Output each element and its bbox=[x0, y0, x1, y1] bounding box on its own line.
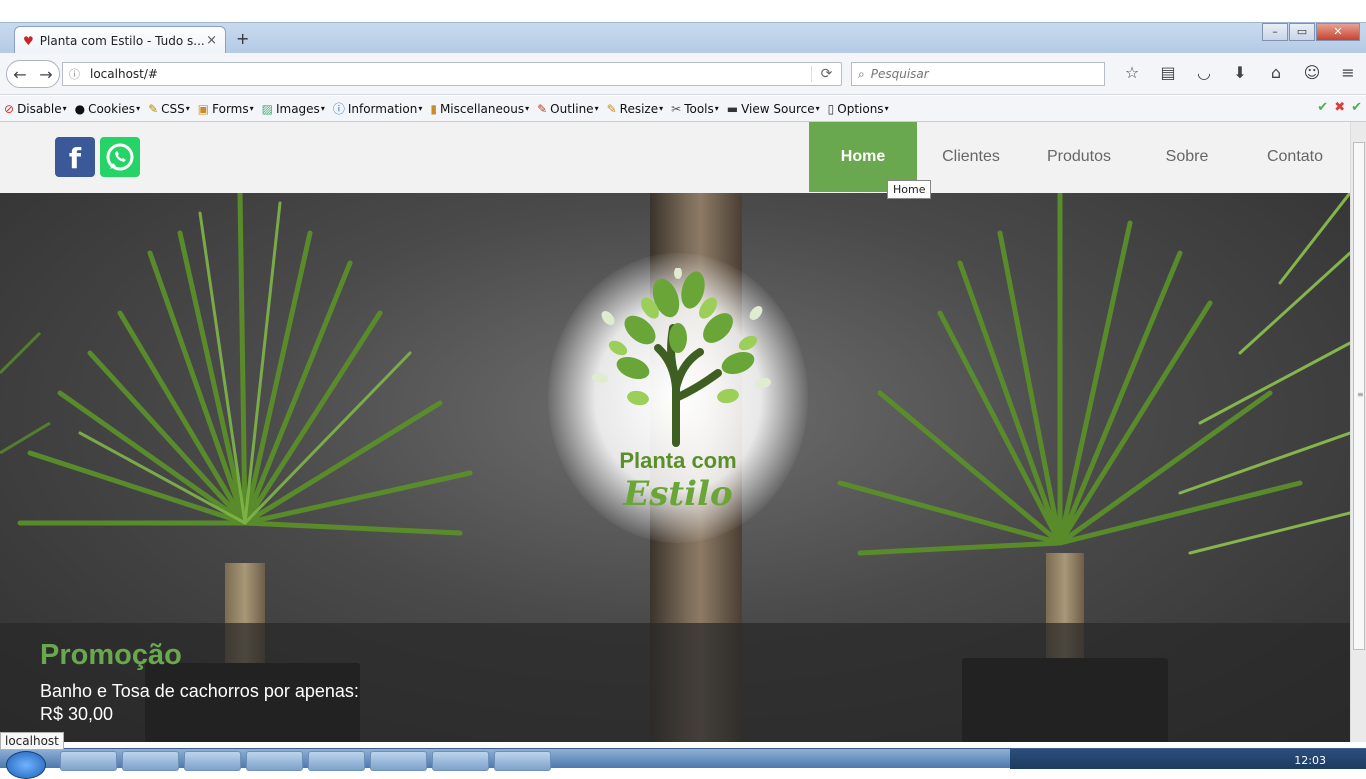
images-icon: ▨ bbox=[261, 101, 273, 116]
menu-icon[interactable]: ≡ bbox=[1330, 63, 1366, 82]
forward-arrow-icon[interactable]: → bbox=[33, 65, 59, 84]
tab-close-icon[interactable]: × bbox=[206, 33, 217, 48]
cookies-icon: ● bbox=[74, 101, 86, 116]
css-icon: ✎ bbox=[148, 101, 159, 116]
resize-icon: ✎ bbox=[606, 101, 617, 116]
devbar-resize[interactable]: ✎ Resize ▾ bbox=[607, 102, 664, 116]
information-icon: ⓘ bbox=[332, 102, 345, 116]
reading-list-icon[interactable]: ▤ bbox=[1150, 63, 1186, 82]
taskbar-window-icon[interactable] bbox=[432, 751, 489, 771]
devbar-miscellaneous[interactable]: ▮ Miscellaneous ▾ bbox=[430, 102, 529, 116]
devbar-forms[interactable]: ▣ Forms ▾ bbox=[198, 102, 254, 116]
hero-banner: Planta com Estilo Promoção Banho e Tosa … bbox=[0, 193, 1350, 742]
devbar-outline[interactable]: ✎ Outline ▾ bbox=[537, 102, 599, 116]
page-scrollbar[interactable]: ≡ bbox=[1350, 122, 1366, 742]
new-tab-button[interactable]: + bbox=[236, 29, 249, 48]
taskbar-image-icon[interactable] bbox=[494, 751, 551, 771]
taskbar-dreamweaver-icon[interactable] bbox=[370, 751, 427, 771]
reload-icon[interactable]: ⟳ bbox=[811, 66, 841, 82]
outline-icon: ✎ bbox=[537, 101, 548, 116]
status-bar-url: localhost bbox=[0, 732, 64, 750]
pocket-icon[interactable]: ◡ bbox=[1186, 63, 1222, 82]
forms-icon: ▣ bbox=[197, 101, 210, 116]
devbar-status-icons: ✔ ✖ ✔ bbox=[1311, 100, 1362, 115]
bookmark-star-icon[interactable]: ☆ bbox=[1114, 63, 1150, 82]
taskbar-filezilla-icon[interactable] bbox=[308, 751, 365, 771]
logo-text-line2: Estilo bbox=[623, 474, 733, 514]
site-header: f Home Clientes Produtos Sobre Contato H… bbox=[0, 122, 1350, 199]
nav-produtos[interactable]: Produtos bbox=[1025, 122, 1133, 192]
check-icon[interactable]: ✔ bbox=[1351, 100, 1362, 115]
chat-icon[interactable]: ☺ bbox=[1294, 63, 1330, 82]
devbar-information[interactable]: ⓘ Information ▾ bbox=[333, 100, 423, 117]
devbar-css[interactable]: ✎ CSS ▾ bbox=[148, 102, 190, 116]
search-icon: ⌕ bbox=[858, 66, 865, 81]
promo-price: R$ 30,00 bbox=[40, 704, 114, 724]
web-page: f Home Clientes Produtos Sobre Contato H… bbox=[0, 122, 1350, 742]
error-icon[interactable]: ✖ bbox=[1334, 100, 1345, 115]
devbar-cookies[interactable]: ● Cookies ▾ bbox=[75, 102, 140, 116]
taskbar-chrome-icon[interactable] bbox=[184, 751, 241, 771]
toolbar-icons: ☆ ▤ ◡ ⬇ ⌂ ☺ ≡ bbox=[1114, 63, 1366, 82]
url-bar[interactable]: ⓘ localhost/# ⟳ bbox=[62, 62, 842, 86]
devbar-tools[interactable]: ✂ Tools ▾ bbox=[671, 102, 719, 116]
tools-icon: ✂ bbox=[671, 101, 682, 116]
devbar-disable[interactable]: ⊘ Disable ▾ bbox=[4, 102, 67, 116]
devbar-view-source[interactable]: ▬ View Source ▾ bbox=[727, 102, 820, 116]
window-controls: – ▭ ✕ bbox=[1261, 23, 1360, 41]
close-window-button[interactable]: ✕ bbox=[1316, 23, 1360, 41]
whatsapp-icon[interactable] bbox=[100, 137, 140, 177]
devbar-images[interactable]: ▨ Images ▾ bbox=[262, 102, 325, 116]
clock[interactable]: 12:03 bbox=[1294, 754, 1326, 767]
tab-title: Planta com Estilo - Tudo s... bbox=[39, 33, 205, 48]
check-icon[interactable]: ✔ bbox=[1317, 100, 1328, 115]
promo-panel: Promoção Banho e Tosa de cachorros por a… bbox=[0, 623, 1350, 742]
site-favicon-icon: ♥ bbox=[23, 33, 34, 48]
windows-taskbar: 12:03 bbox=[0, 748, 1366, 779]
site-logo[interactable]: Planta com Estilo bbox=[578, 267, 778, 528]
taskbar-app-icon[interactable] bbox=[246, 751, 303, 771]
browser-titlebar: ♥ Planta com Estilo - Tudo s... × + – ▭ … bbox=[0, 22, 1366, 54]
promo-title: Promoção bbox=[40, 639, 182, 671]
home-tooltip: Home bbox=[887, 180, 932, 199]
devbar-options[interactable]: ▯ Options ▾ bbox=[828, 102, 889, 116]
promo-description: Banho e Tosa de cachorros por apenas: bbox=[40, 681, 359, 701]
search-input[interactable] bbox=[870, 67, 1071, 81]
taskbar-explorer-icon[interactable] bbox=[60, 751, 117, 771]
start-button[interactable] bbox=[6, 751, 46, 779]
tree-logo-icon bbox=[592, 267, 771, 447]
url-text[interactable]: localhost/# bbox=[90, 67, 811, 81]
options-icon: ▯ bbox=[827, 101, 835, 116]
view-source-icon: ▬ bbox=[726, 101, 739, 116]
nav-sobre[interactable]: Sobre bbox=[1133, 122, 1241, 192]
browser-tab[interactable]: ♥ Planta com Estilo - Tudo s... × bbox=[14, 26, 226, 54]
browser-navbar: ← → ⓘ localhost/# ⟳ ⌕ ☆ ▤ ◡ ⬇ ⌂ ☺ ≡ bbox=[0, 53, 1366, 95]
back-forward-group: ← → bbox=[6, 60, 60, 88]
system-tray: 12:03 bbox=[1010, 749, 1366, 769]
disable-icon: ⊘ bbox=[4, 101, 15, 116]
logo-text-line1: Planta com bbox=[619, 448, 737, 473]
taskbar-firefox-icon[interactable] bbox=[122, 751, 179, 771]
site-info-icon[interactable]: ⓘ bbox=[69, 66, 80, 82]
miscellaneous-icon: ▮ bbox=[430, 101, 437, 116]
facebook-icon[interactable]: f bbox=[55, 137, 95, 177]
search-box[interactable]: ⌕ bbox=[851, 62, 1105, 86]
minimize-button[interactable]: – bbox=[1262, 23, 1288, 41]
restore-button[interactable]: ▭ bbox=[1289, 23, 1315, 41]
back-arrow-icon[interactable]: ← bbox=[7, 65, 33, 84]
web-developer-toolbar: ⊘ Disable ▾ ● Cookies ▾ ✎ CSS ▾ ▣ Forms ▾ ▨ Image… bbox=[0, 96, 1366, 122]
download-icon[interactable]: ⬇ bbox=[1222, 63, 1258, 82]
scrollbar-thumb[interactable]: ≡ bbox=[1353, 142, 1365, 650]
home-icon[interactable]: ⌂ bbox=[1258, 63, 1294, 82]
nav-clientes[interactable]: Clientes bbox=[917, 122, 1025, 192]
nav-contato[interactable]: Contato bbox=[1241, 122, 1349, 192]
